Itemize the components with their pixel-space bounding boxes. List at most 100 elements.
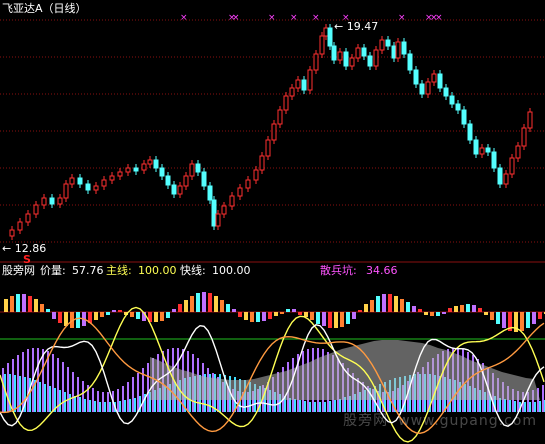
volume-bar-down <box>328 312 332 328</box>
candle-body <box>271 123 277 141</box>
volume-bar-down <box>490 312 494 320</box>
retail-pit-bar <box>132 377 134 412</box>
candle-body <box>159 167 165 177</box>
candle-body <box>49 197 55 205</box>
candle-body <box>479 147 485 155</box>
candle-body <box>125 167 131 173</box>
candle-body <box>349 57 355 67</box>
candle-body <box>473 139 479 155</box>
candle-body <box>361 47 367 57</box>
volume-bar-up <box>292 309 296 312</box>
candle-body <box>437 73 443 89</box>
candle-body <box>41 197 47 206</box>
watermark: 股旁网 www.gupang.com <box>333 410 537 430</box>
candle-body <box>33 204 39 215</box>
volume-bar-down <box>484 312 488 315</box>
candle-body <box>177 185 183 195</box>
candle-body <box>343 51 349 67</box>
candle-body <box>265 139 271 157</box>
volume-bar-up <box>40 304 44 312</box>
retail-pit-bar-2 <box>94 401 96 412</box>
candle-body <box>449 95 455 105</box>
retail-pit-bar <box>127 382 129 412</box>
retail-pit-bar <box>82 381 84 412</box>
signal-x-marker: × <box>398 13 406 23</box>
retail-pit-bar <box>92 388 94 412</box>
retail-pit-bar-2 <box>109 402 111 412</box>
volume-bar-down <box>136 312 140 319</box>
watermark-url: www.gupang.com <box>398 413 537 429</box>
candle-body <box>289 87 295 97</box>
volume-bar-up <box>190 296 194 312</box>
candle-body <box>355 47 361 59</box>
candle-body <box>515 145 521 159</box>
volume-bar-up <box>406 302 410 312</box>
volume-bar-down <box>94 312 98 320</box>
volume-bar-down <box>520 312 524 331</box>
candle-body <box>395 41 401 59</box>
fast-line-value: 100.00 <box>212 264 251 277</box>
candle-body <box>391 45 397 59</box>
volume-bar-down <box>526 312 530 328</box>
candle-body <box>77 177 83 185</box>
candle-body <box>401 41 407 55</box>
volume-bar-up <box>400 299 404 312</box>
candle-body <box>379 39 385 51</box>
volume-bar-down <box>280 312 284 314</box>
candle-body <box>245 179 251 189</box>
candle-body <box>323 27 329 37</box>
retail-pit-bar-2 <box>84 399 86 412</box>
volume-bar-up <box>16 294 20 312</box>
volume-bar-down <box>262 312 266 321</box>
volume-bar-up <box>10 296 14 312</box>
retail-pit-bar <box>67 367 69 412</box>
candle-body <box>337 51 343 61</box>
candle-body <box>109 175 115 181</box>
candle-body <box>215 213 221 227</box>
volume-bar-down <box>274 312 278 316</box>
candle-body <box>413 69 419 85</box>
retail-pit-bar-2 <box>39 382 41 412</box>
candle-body <box>171 184 177 195</box>
retail-pit-bar <box>542 385 544 412</box>
candle-body <box>85 183 91 191</box>
volume-bar-down <box>58 312 62 323</box>
candle-body <box>301 79 307 91</box>
candle-body <box>189 163 195 177</box>
volume-bar-up <box>4 299 8 312</box>
candle-body <box>461 109 467 125</box>
retail-pit-bar-2 <box>129 399 131 412</box>
retail-pit-bar-2 <box>319 402 321 412</box>
retail-pit-bar <box>12 359 14 412</box>
volume-bar-up <box>286 309 290 312</box>
indicator-source-label: 股旁网 <box>2 264 35 277</box>
volume-bar-down <box>430 312 434 316</box>
candle-body <box>147 159 153 165</box>
volume-bar-up <box>22 294 26 312</box>
retail-pit-bar <box>102 392 104 412</box>
volume-bar-up <box>28 296 32 312</box>
retail-pit-bar <box>52 354 54 412</box>
retail-pit-bar-2 <box>539 401 541 412</box>
volume-bar-up <box>388 294 392 312</box>
volume-bar-up <box>34 299 38 312</box>
candle-body <box>497 167 503 185</box>
candle-body <box>133 167 139 172</box>
retail-pit-value: 34.66 <box>366 264 398 277</box>
volume-bar-up <box>178 304 182 312</box>
retail-pit-bar <box>42 349 44 412</box>
retail-pit-bar-2 <box>79 397 81 412</box>
volume-bar-up <box>466 304 470 312</box>
retail-pit-bar <box>117 389 119 412</box>
volume-bar-up <box>364 304 368 312</box>
chart-canvas[interactable]: × ×× × × × × × ××× <box>0 0 545 444</box>
candle-body <box>419 83 425 95</box>
volume-bar-down <box>352 312 356 319</box>
candle-body <box>385 39 391 47</box>
volume-bar-up <box>202 292 206 312</box>
retail-pit-bar <box>77 377 79 412</box>
volume-bar-down <box>130 312 134 317</box>
signal-x-marker: × <box>180 13 188 23</box>
retail-pit-bar <box>2 368 4 412</box>
retail-pit-bar <box>97 391 99 412</box>
